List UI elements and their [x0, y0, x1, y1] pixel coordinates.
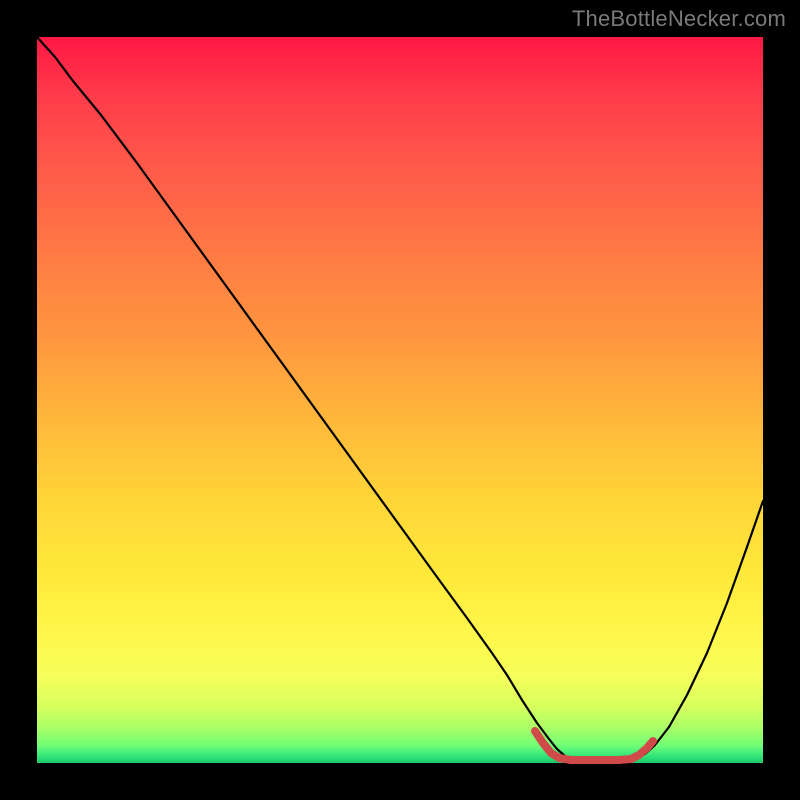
watermark-text: TheBottleNecker.com	[572, 6, 786, 32]
valley-highlight	[535, 731, 653, 760]
chart-svg	[37, 37, 763, 763]
chart-frame: TheBottleNecker.com	[0, 0, 800, 800]
main-curve	[37, 37, 763, 760]
bottleneck-chart	[37, 37, 763, 763]
